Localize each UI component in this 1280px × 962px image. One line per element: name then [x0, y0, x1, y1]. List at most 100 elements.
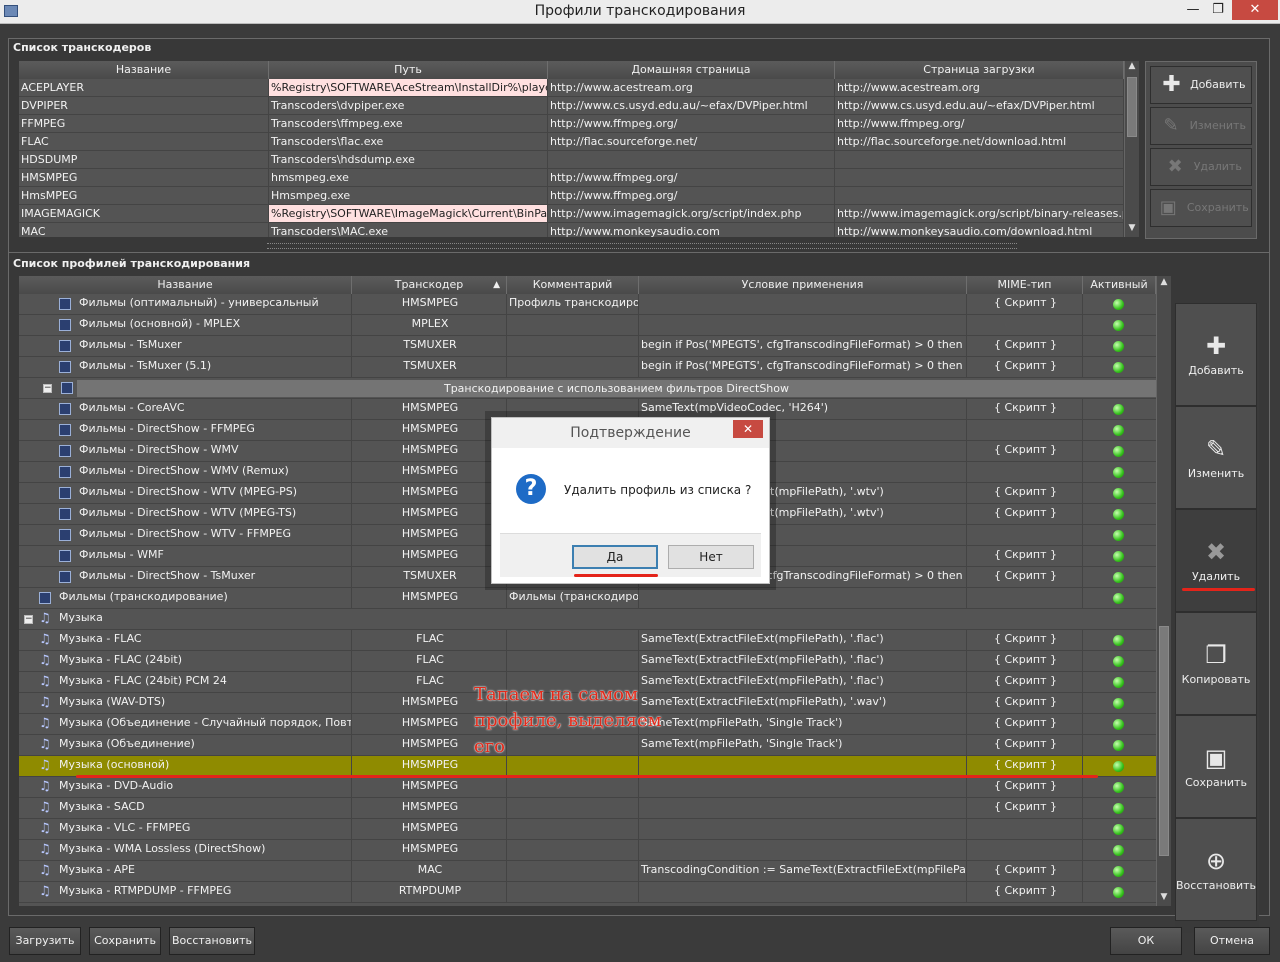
- active-indicator-icon[interactable]: [1113, 782, 1124, 793]
- profile-row[interactable]: ♫ Музыка - DVD-Audio HMSMPEG { Скрипт }: [19, 777, 1156, 798]
- profile-row[interactable]: Фильмы (основной) - MPLEX MPLEX: [19, 315, 1156, 336]
- transcoder-row[interactable]: FLAC Transcoders\flac.exe http://flac.sour…: [19, 133, 1124, 151]
- yes-button[interactable]: Да: [572, 545, 658, 569]
- profile-row[interactable]: ♫ Музыка - WMA Lossless (DirectShow) HMSMP…: [19, 840, 1156, 861]
- transcoder-row[interactable]: FFMPEG Transcoders\ffmpeg.exe http://www.f…: [19, 115, 1124, 133]
- bottom-restore-button[interactable]: Восстановить: [169, 927, 255, 955]
- no-button[interactable]: Нет: [668, 545, 754, 569]
- active-indicator-icon[interactable]: [1113, 698, 1124, 709]
- active-indicator-icon[interactable]: [1113, 467, 1124, 478]
- pr-copy-button[interactable]: ❐ Копировать: [1175, 612, 1257, 715]
- scroll-thumb[interactable]: [1159, 626, 1169, 856]
- transcoder-cell: Transcoders\dvpiper.exe: [269, 97, 548, 114]
- col-profile-name[interactable]: Название: [19, 276, 352, 294]
- profile-mime-cell: { Скрипт }: [967, 714, 1083, 734]
- transcoder-row[interactable]: IMAGEMAGICK %Registry\SOFTWARE\ImageMagic…: [19, 205, 1124, 223]
- col-transcoder[interactable]: Транскодер ▲: [352, 276, 507, 294]
- dialog-close-button[interactable]: ✕: [733, 420, 763, 438]
- active-indicator-icon[interactable]: [1113, 593, 1124, 604]
- pr-restore-button[interactable]: ⊕ Восстановить: [1175, 818, 1257, 921]
- profile-row[interactable]: ♫ Музыка - FLAC (24bit) FLAC SameText(Extra…: [19, 651, 1156, 672]
- col-comment[interactable]: Комментарий: [507, 276, 639, 294]
- transcoder-row[interactable]: MAC Transcoders\MAC.exe http://www.monkeys…: [19, 223, 1124, 237]
- active-indicator-icon[interactable]: [1113, 824, 1124, 835]
- group-row[interactable]: − Транскодирование с использованием фильт…: [19, 378, 1156, 399]
- pr-delete-button[interactable]: ✖ Удалить: [1175, 509, 1257, 612]
- profile-name-cell: Фильмы - WMF: [77, 546, 352, 566]
- profile-row[interactable]: Фильмы - TsMuxer (5.1) TSMUXER begin if Po…: [19, 357, 1156, 378]
- transcoder-row[interactable]: DVPIPER Transcoders\dvpiper.exe http://www…: [19, 97, 1124, 115]
- active-indicator-icon[interactable]: [1113, 551, 1124, 562]
- pr-add-button[interactable]: ✚ Добавить: [1175, 303, 1257, 406]
- collapse-icon[interactable]: −: [43, 384, 52, 393]
- ok-button[interactable]: ОК: [1110, 927, 1182, 955]
- active-indicator-icon[interactable]: [1113, 341, 1124, 352]
- active-indicator-icon[interactable]: [1113, 866, 1124, 877]
- load-button[interactable]: Загрузить: [9, 927, 81, 955]
- pr-save-button[interactable]: ▣ Сохранить: [1175, 715, 1257, 818]
- pr-edit-button[interactable]: ✎ Изменить: [1175, 406, 1257, 509]
- transcoders-vscroll[interactable]: ▲ ▼: [1124, 61, 1139, 237]
- col-name[interactable]: Название: [19, 61, 269, 79]
- active-indicator-icon[interactable]: [1113, 656, 1124, 667]
- active-indicator-icon[interactable]: [1113, 530, 1124, 541]
- col-path[interactable]: Путь: [269, 61, 548, 79]
- profile-row[interactable]: Фильмы - TsMuxer TSMUXER begin if Pos('MPE…: [19, 336, 1156, 357]
- active-indicator-icon[interactable]: [1113, 488, 1124, 499]
- scroll-thumb[interactable]: [1127, 77, 1137, 137]
- active-indicator-icon[interactable]: [1113, 299, 1124, 310]
- collapse-icon[interactable]: −: [24, 615, 33, 624]
- splitter[interactable]: [267, 243, 1017, 249]
- scroll-down-icon[interactable]: ▼: [1125, 223, 1139, 233]
- active-indicator-icon[interactable]: [1113, 404, 1124, 415]
- scroll-up-icon[interactable]: ▲: [1125, 61, 1139, 71]
- active-indicator-icon[interactable]: [1113, 320, 1124, 331]
- tc-add-button[interactable]: ✚ Добавить: [1150, 66, 1252, 104]
- active-indicator-icon[interactable]: [1113, 677, 1124, 688]
- maximize-button[interactable]: ❐: [1204, 0, 1232, 20]
- transcoder-row[interactable]: HMSMPEG hmsmpeg.exe http://www.ffmpeg.org/: [19, 169, 1124, 187]
- col-active[interactable]: Активный: [1083, 276, 1156, 294]
- active-indicator-icon[interactable]: [1113, 803, 1124, 814]
- col-mime[interactable]: MIME-тип: [967, 276, 1083, 294]
- col-condition[interactable]: Условие применения: [639, 276, 967, 294]
- profile-row[interactable]: ♫ Музыка - VLC - FFMPEG HMSMPEG: [19, 819, 1156, 840]
- close-button[interactable]: ✕: [1232, 0, 1278, 20]
- profile-name-cell: Музыка - WMA Lossless (DirectShow): [57, 840, 352, 860]
- scroll-up-icon[interactable]: ▲: [1157, 277, 1171, 287]
- bottom-save-button[interactable]: Сохранить: [89, 927, 161, 955]
- active-indicator-icon[interactable]: [1113, 887, 1124, 898]
- cancel-button[interactable]: Отмена: [1194, 927, 1270, 955]
- active-indicator-icon[interactable]: [1113, 761, 1124, 772]
- active-indicator-icon[interactable]: [1113, 845, 1124, 856]
- active-indicator-icon[interactable]: [1113, 362, 1124, 373]
- profiles-vscroll[interactable]: ▲ ▼: [1156, 276, 1171, 906]
- tc-delete-button[interactable]: ✖ Удалить: [1150, 148, 1252, 186]
- profile-row[interactable]: Фильмы (оптимальный) - универсальный HMSM…: [19, 294, 1156, 315]
- active-indicator-icon[interactable]: [1113, 719, 1124, 730]
- profile-row[interactable]: ♫ Музыка - APE MAC TranscodingCondition := …: [19, 861, 1156, 882]
- col-homepage[interactable]: Домашняя страница: [548, 61, 835, 79]
- profile-mime-cell: [967, 420, 1083, 440]
- profile-row[interactable]: ♫ Музыка - FLAC FLAC SameText(ExtractFileEx…: [19, 630, 1156, 651]
- transcoder-row[interactable]: HDSDUMP Transcoders\hdsdump.exe: [19, 151, 1124, 169]
- tc-save-button[interactable]: ▣ Сохранить: [1150, 189, 1252, 227]
- profile-row[interactable]: ♫ Музыка - RTMPDUMP - FFMPEG RTMPDUMP { Скр…: [19, 882, 1156, 903]
- profile-name-cell: Фильмы - TsMuxer (5.1): [77, 357, 352, 377]
- active-indicator-icon[interactable]: [1113, 425, 1124, 436]
- tc-edit-button[interactable]: ✎ Изменить: [1150, 107, 1252, 145]
- active-indicator-icon[interactable]: [1113, 446, 1124, 457]
- scroll-down-icon[interactable]: ▼: [1157, 892, 1171, 902]
- active-indicator-icon[interactable]: [1113, 509, 1124, 520]
- transcoder-row[interactable]: ACEPLAYER %Registry\SOFTWARE\AceStream\In…: [19, 79, 1124, 97]
- col-download[interactable]: Страница загрузки: [835, 61, 1124, 79]
- active-indicator-icon[interactable]: [1113, 740, 1124, 751]
- profile-row[interactable]: ♫ Музыка - SACD HMSMPEG { Скрипт }: [19, 798, 1156, 819]
- transcoder-cell: [835, 187, 1124, 204]
- active-indicator-icon[interactable]: [1113, 572, 1124, 583]
- folder-row[interactable]: − ♫ Музыка: [19, 609, 1156, 630]
- transcoder-cell: http://www.monkeysaudio.com/download.htm…: [835, 223, 1124, 237]
- transcoder-row[interactable]: HmsMPEG Hmsmpeg.exe http://www.ffmpeg.org/: [19, 187, 1124, 205]
- profile-row[interactable]: Фильмы (транскодирование) HMSMPEG Фильмы (…: [19, 588, 1156, 609]
- active-indicator-icon[interactable]: [1113, 635, 1124, 646]
